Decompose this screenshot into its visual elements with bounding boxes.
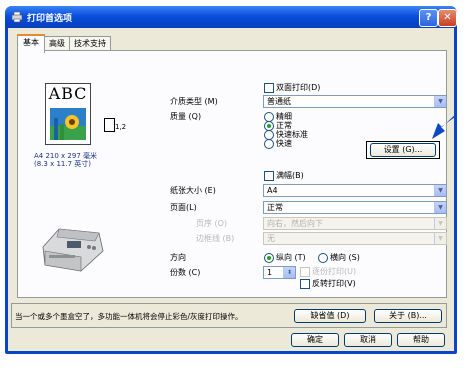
quality-label: 质量 (Q) — [170, 112, 202, 121]
paper-size-value: A4 — [267, 186, 278, 195]
stepper-arrows-icon[interactable]: ⬍ — [283, 267, 295, 278]
window-title: 打印首选项 — [27, 14, 73, 24]
paper-size-line-2: (8.3 x 11.7 英寸) — [34, 160, 91, 168]
status-bar: 当一个或多个墨盒空了，多功能一体机将会停止彩色/灰度打印操作。 缺省值 (D) … — [11, 303, 447, 328]
border-line-select: 无 ▼ — [263, 232, 447, 245]
copies-stepper[interactable]: 1 ⬍ — [263, 266, 296, 279]
basic-tab-panel: ABC 1,2 A4 210 x 297 毫米 (8.3 x 11.7 英寸) — [17, 50, 457, 298]
help-title-button[interactable]: ? — [419, 9, 438, 27]
page-layout-value: 正常 — [267, 203, 283, 212]
tab-basic[interactable]: 基本 — [17, 34, 45, 53]
orientation-label: 方向 — [170, 253, 186, 262]
help-icon: ? — [425, 12, 432, 23]
chevron-down-icon: ▼ — [434, 218, 446, 229]
print-preview-page: ABC — [45, 83, 91, 145]
about-button[interactable]: 关于 (B)... — [374, 309, 442, 323]
copies-value: 1 — [267, 268, 273, 277]
paper-size-select[interactable]: A4 ▼ — [263, 184, 447, 197]
reverse-print-label: 反转打印(V) — [312, 279, 356, 288]
media-type-label: 介质类型 (M) — [170, 97, 218, 106]
page-order-value: 向右，然后向下 — [267, 219, 323, 228]
chevron-down-icon: ▼ — [434, 202, 446, 213]
copies-page-icon — [104, 118, 115, 132]
border-line-label: 边框线 (B) — [196, 234, 235, 243]
dialog-client-area: 基本 高级 技术支持 ABC 1,2 A4 210 x 297 毫米 (8.3 … — [8, 28, 457, 351]
quality-option-fast: 快速 — [276, 139, 292, 148]
media-type-select[interactable]: 普通纸 ▼ — [263, 95, 447, 108]
close-button[interactable]: ✕ — [438, 9, 457, 27]
chevron-down-icon: ▼ — [434, 96, 446, 107]
borderless-label: 满幅(B) — [276, 171, 304, 180]
page-layout-select[interactable]: 正常 ▼ — [263, 201, 447, 214]
tab-advanced[interactable]: 高级 — [44, 36, 70, 51]
page-order-label: 页序 (O) — [196, 219, 228, 228]
printer-device-icon — [42, 228, 104, 272]
page-layout-label: 页面(L) — [170, 203, 197, 212]
page-order-select: 向右，然后向下 ▼ — [263, 217, 447, 230]
quality-settings-button[interactable]: 设置 (G)... — [370, 143, 436, 157]
quality-radio-fast[interactable] — [264, 139, 274, 149]
sample-image-icon — [50, 108, 86, 140]
paper-size-label: 纸张大小 (E) — [170, 186, 216, 195]
ok-button[interactable]: 确定 — [291, 333, 339, 347]
portrait-label: 纵向 (T) — [276, 253, 306, 262]
print-preferences-window: 打印首选项 ? ✕ 基本 高级 技术支持 ABC 1,2 A4 210 x 29… — [5, 6, 457, 354]
help-button[interactable]: 帮助 — [397, 333, 445, 347]
title-bar[interactable]: 打印首选项 ? ✕ — [5, 6, 457, 28]
borderless-checkbox[interactable] — [264, 171, 274, 181]
chevron-down-icon: ▼ — [434, 185, 446, 196]
border-line-value: 无 — [267, 234, 275, 243]
tab-basic-label: 基本 — [23, 38, 39, 47]
media-type-value: 普通纸 — [267, 97, 291, 106]
manual-duplex-label: 双面打印(D) — [276, 83, 321, 92]
tab-support[interactable]: 技术支持 — [69, 36, 111, 51]
portrait-radio[interactable] — [264, 253, 274, 263]
defaults-button[interactable]: 缺省值 (D) — [294, 309, 366, 323]
pointer-arrow-icon — [432, 112, 457, 139]
cancel-button[interactable]: 取消 — [344, 333, 392, 347]
tab-support-label: 技术支持 — [74, 39, 106, 48]
landscape-radio[interactable] — [318, 253, 328, 263]
copies-indicator: 1,2 — [115, 123, 127, 131]
landscape-label: 横向 (S) — [330, 253, 360, 262]
status-message: 当一个或多个墨盒空了，多功能一体机将会停止彩色/灰度打印操作。 — [15, 312, 243, 321]
collate-label: 逐份打印(U) — [312, 267, 357, 276]
copies-label: 份数 (C) — [170, 268, 201, 277]
close-icon: ✕ — [443, 12, 452, 23]
collate-checkbox — [300, 267, 310, 277]
chevron-down-icon: ▼ — [434, 233, 446, 244]
manual-duplex-checkbox[interactable] — [264, 83, 274, 93]
tab-advanced-label: 高级 — [49, 39, 65, 48]
printer-icon — [11, 11, 23, 23]
reverse-print-checkbox[interactable] — [300, 279, 310, 289]
preview-sample-text: ABC — [48, 84, 88, 103]
